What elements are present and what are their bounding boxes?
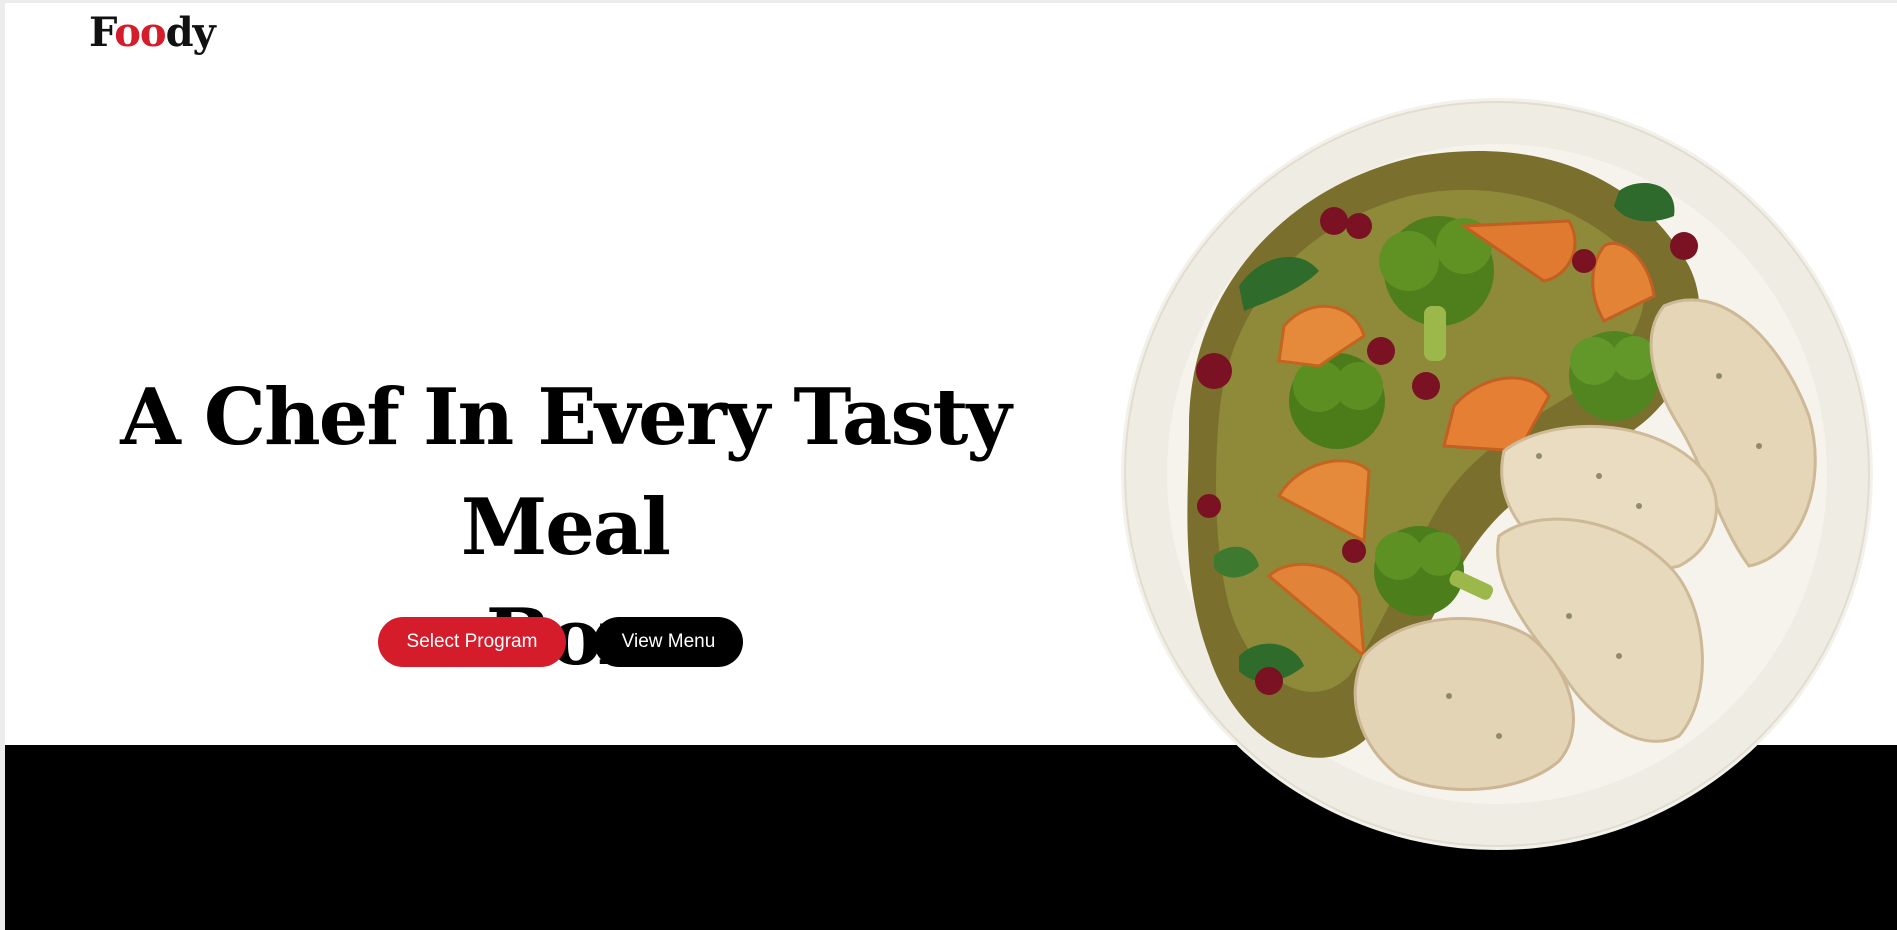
select-program-button[interactable]: Select Program: [378, 617, 566, 667]
meal-plate-image: [1121, 98, 1873, 850]
broccoli-3: [1569, 331, 1659, 421]
landing-page: Foody A Chef In Every Tasty Meal Box Sel…: [0, 0, 1897, 930]
view-menu-button[interactable]: View Menu: [594, 617, 743, 667]
broccoli-2: [1289, 353, 1385, 449]
logo-part-accent: oo: [114, 9, 166, 56]
logo[interactable]: Foody: [89, 9, 216, 56]
logo-part-1: F: [89, 9, 115, 56]
hero-headline-line-1: A Chef In Every Tasty Meal: [120, 372, 1012, 573]
logo-part-3: dy: [165, 9, 216, 56]
